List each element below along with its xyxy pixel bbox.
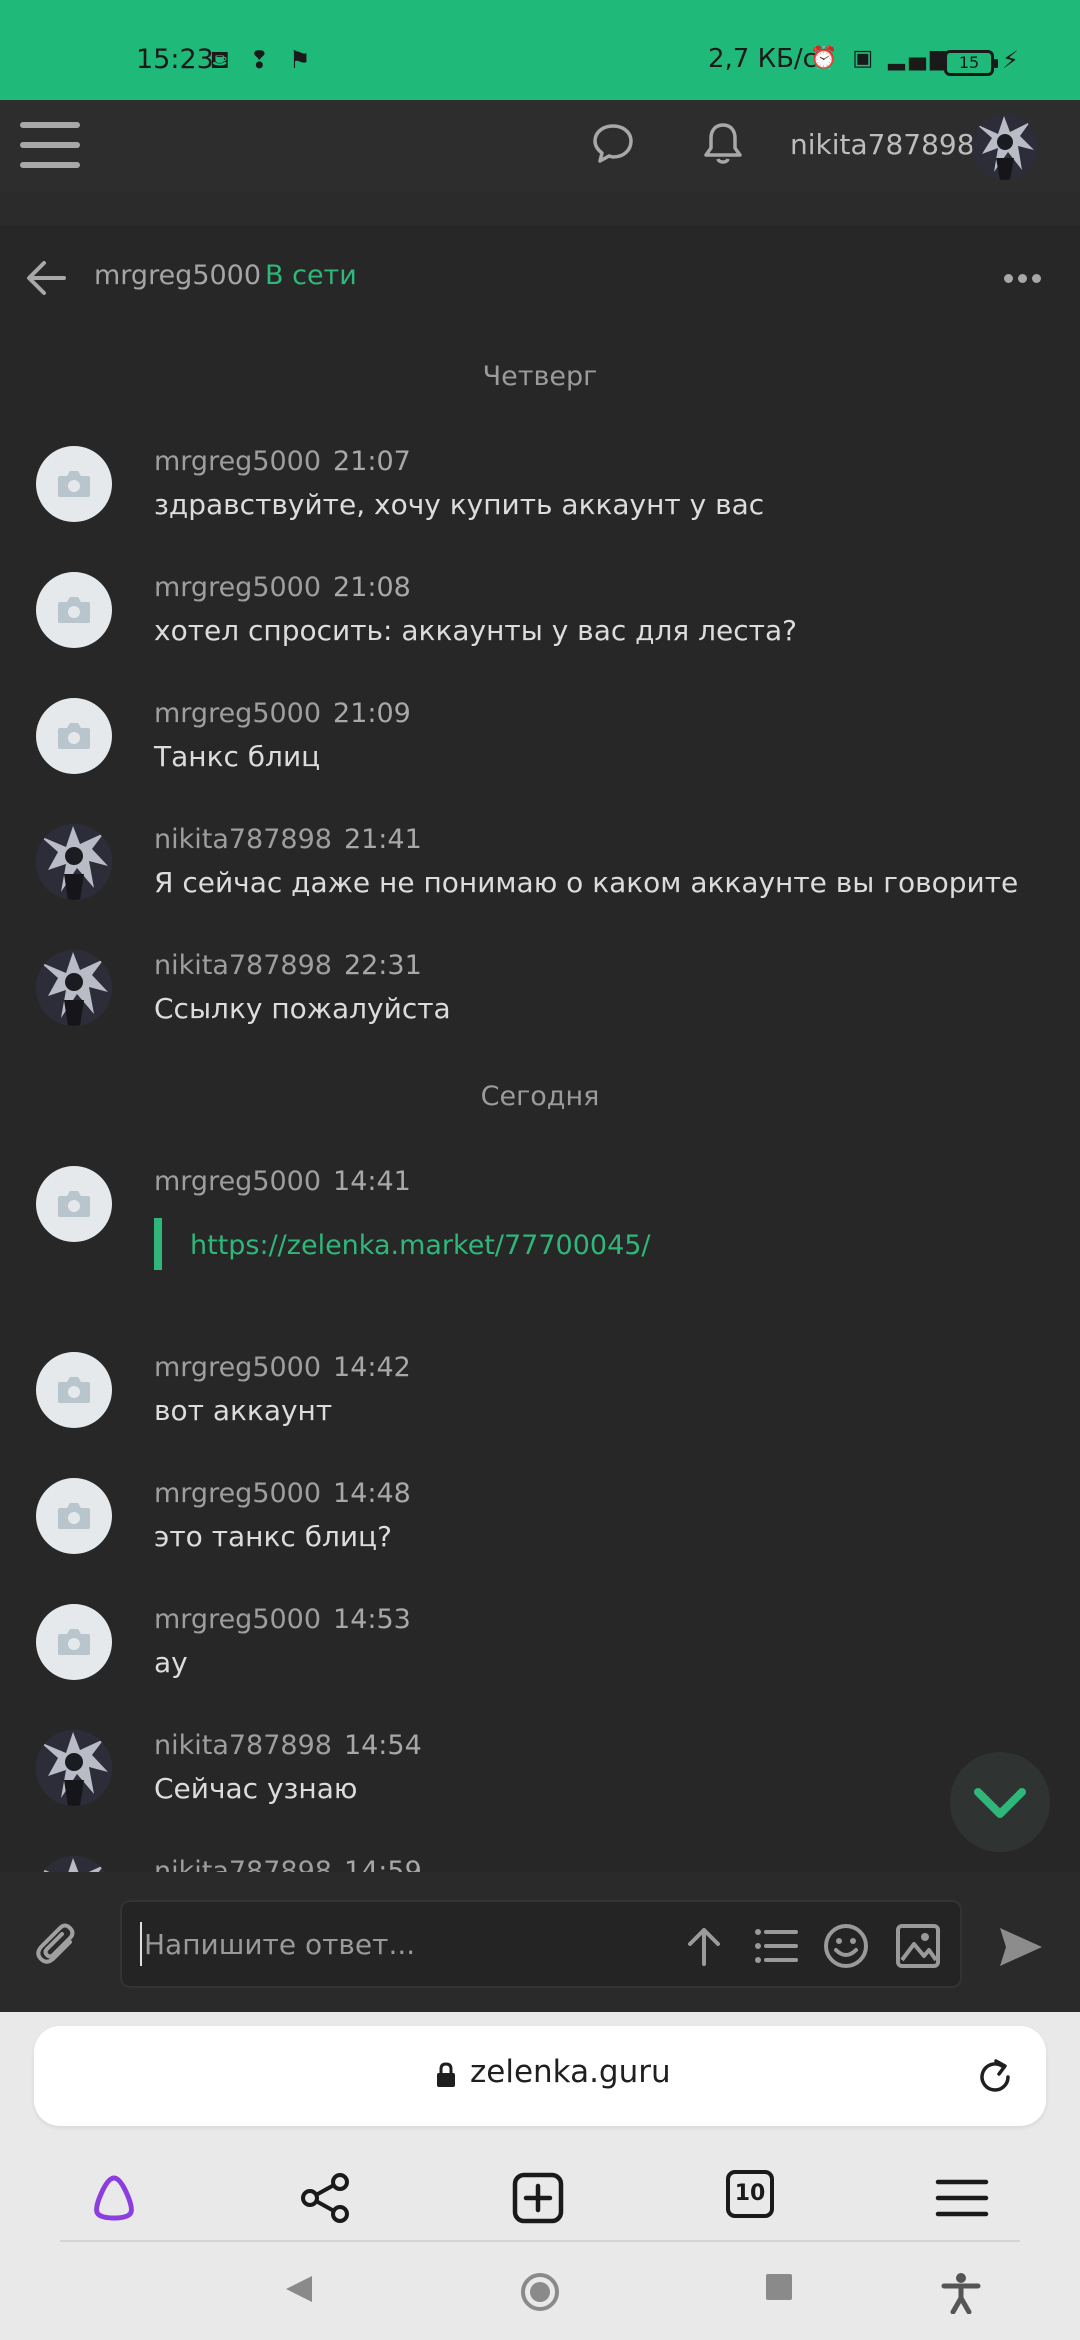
signal-icons: ⏰ ▣ ▂▄▆ [810, 46, 951, 71]
camera-icon [58, 1503, 90, 1529]
conversation-header: mrgreg5000 В сети [0, 226, 1080, 326]
message-author[interactable]: nikita787898 [154, 1856, 332, 1872]
camera-icon [58, 1191, 90, 1217]
reply-input-box [120, 1900, 962, 1988]
message-author[interactable]: mrgreg5000 [154, 446, 321, 477]
avatar-placeholder[interactable] [36, 698, 112, 774]
message-author[interactable]: nikita787898 [154, 950, 332, 981]
header-spacer [0, 192, 1080, 226]
system-nav-bar [0, 2242, 1080, 2340]
day-separator-today: Сегодня [480, 1081, 600, 1112]
message-author[interactable]: nikita787898 [154, 824, 332, 855]
arrow-up-icon[interactable] [680, 1922, 728, 1970]
message-author[interactable]: mrgreg5000 [154, 1478, 321, 1509]
avatar-placeholder[interactable] [36, 1604, 112, 1680]
message-author[interactable]: mrgreg5000 [154, 572, 321, 603]
tabs-count-button[interactable]: 10 [726, 2170, 774, 2218]
app-header: nikita787898 [0, 100, 1080, 192]
browser-nav: 10 [0, 2142, 1080, 2252]
message-time: 21:07 [333, 446, 411, 477]
address-bar[interactable]: zelenka.guru [34, 2026, 1046, 2126]
message-time: 21:41 [343, 824, 422, 855]
camera-icon [58, 1629, 90, 1655]
user-avatar[interactable] [36, 1856, 112, 1872]
camera-icon [58, 1377, 90, 1403]
scroll-to-bottom-button[interactable] [950, 1752, 1050, 1852]
peer-name[interactable]: mrgreg5000 [94, 260, 261, 291]
camera-icon [58, 471, 90, 497]
reload-icon[interactable] [974, 2056, 1016, 2098]
reply-input[interactable] [140, 1922, 660, 1966]
message-time: 14:54 [343, 1730, 422, 1761]
message-link[interactable]: https://zelenka.market/77700045/ [190, 1230, 651, 1261]
user-avatar[interactable] [36, 950, 112, 1026]
message-text: хотел спросить: аккаунты у вас для леста… [154, 614, 797, 647]
user-avatar[interactable] [972, 114, 1038, 180]
user-avatar[interactable] [36, 1730, 112, 1806]
network-speed: 2,7 КБ/с [708, 44, 817, 74]
system-recents-icon[interactable] [764, 2272, 794, 2302]
message-list[interactable]: Четверг mrgreg5000 21:07 здравствуйте, хо… [0, 326, 1080, 1872]
address-url[interactable]: zelenka.guru [470, 2054, 671, 2090]
bell-icon[interactable] [700, 120, 746, 168]
list-icon[interactable] [752, 1922, 800, 1970]
message-text: ау [154, 1646, 188, 1679]
message-text: Сейчас узнаю [154, 1772, 358, 1805]
accessibility-icon[interactable] [940, 2272, 982, 2314]
message-time: 21:08 [333, 572, 411, 603]
message-text: здравствуйте, хочу купить аккаунт у вас [154, 488, 765, 521]
message-author[interactable]: mrgreg5000 [154, 1604, 321, 1635]
camera-icon [58, 723, 90, 749]
message-author[interactable]: mrgreg5000 [154, 1352, 321, 1383]
system-home-icon[interactable] [520, 2272, 560, 2312]
message-time: 14:41 [333, 1166, 411, 1197]
message-author[interactable]: mrgreg5000 [154, 698, 321, 729]
chevron-down-icon [974, 1788, 1026, 1818]
share-icon[interactable] [298, 2170, 354, 2226]
lock-icon [437, 2062, 455, 2087]
status-bar: 15:23 ⛾ ❢ ⚑ 2,7 КБ/с ⏰ ▣ ▂▄▆ 15 ⚡ [0, 0, 1080, 100]
current-username[interactable]: nikita787898 [790, 128, 975, 161]
system-back-icon[interactable] [282, 2272, 316, 2306]
back-arrow-icon[interactable] [24, 256, 68, 300]
day-separator-thursday: Четверг [482, 361, 598, 392]
message-time: 14:59 [343, 1856, 422, 1872]
status-time: 15:23 [136, 44, 214, 75]
message-text: Ссылку пожалуйста [154, 992, 451, 1025]
reply-bar [0, 1872, 1080, 2012]
message-text: Танкс блиц [154, 740, 321, 773]
new-tab-icon[interactable] [510, 2170, 566, 2226]
user-avatar[interactable] [36, 824, 112, 900]
avatar-placeholder[interactable] [36, 1166, 112, 1242]
message-text: Я сейчас даже не понимаю о каком аккаунт… [154, 866, 1019, 899]
message-author[interactable]: nikita787898 [154, 1730, 332, 1761]
message-time: 14:53 [333, 1604, 411, 1635]
image-icon[interactable] [894, 1922, 942, 1970]
message-time: 14:48 [333, 1478, 411, 1509]
message-text: вот аккаунт [154, 1394, 333, 1427]
message-text: это танкс блиц? [154, 1520, 392, 1553]
message-time: 22:31 [343, 950, 422, 981]
avatar-placeholder[interactable] [36, 572, 112, 648]
camera-icon [58, 597, 90, 623]
charging-icon: ⚡ [1002, 46, 1019, 74]
notification-icons: ⛾ ❢ ⚑ [210, 46, 317, 74]
alice-assistant-icon[interactable] [86, 2170, 142, 2226]
emoji-icon[interactable] [822, 1922, 870, 1970]
battery-icon: 15 [944, 50, 998, 76]
message-time: 14:42 [333, 1352, 411, 1383]
quote-bar [154, 1218, 162, 1270]
send-icon[interactable] [996, 1922, 1046, 1972]
message-author[interactable]: mrgreg5000 [154, 1166, 321, 1197]
browser-menu-icon[interactable] [934, 2170, 990, 2226]
avatar-placeholder[interactable] [36, 446, 112, 522]
menu-icon[interactable] [20, 122, 80, 172]
chat-icon[interactable] [590, 120, 636, 166]
avatar-placeholder[interactable] [36, 1478, 112, 1554]
more-options-icon[interactable] [1004, 268, 1046, 283]
peer-online-status: В сети [265, 260, 357, 291]
avatar-placeholder[interactable] [36, 1352, 112, 1428]
paperclip-icon[interactable] [34, 1922, 82, 1970]
message-time: 21:09 [333, 698, 411, 729]
